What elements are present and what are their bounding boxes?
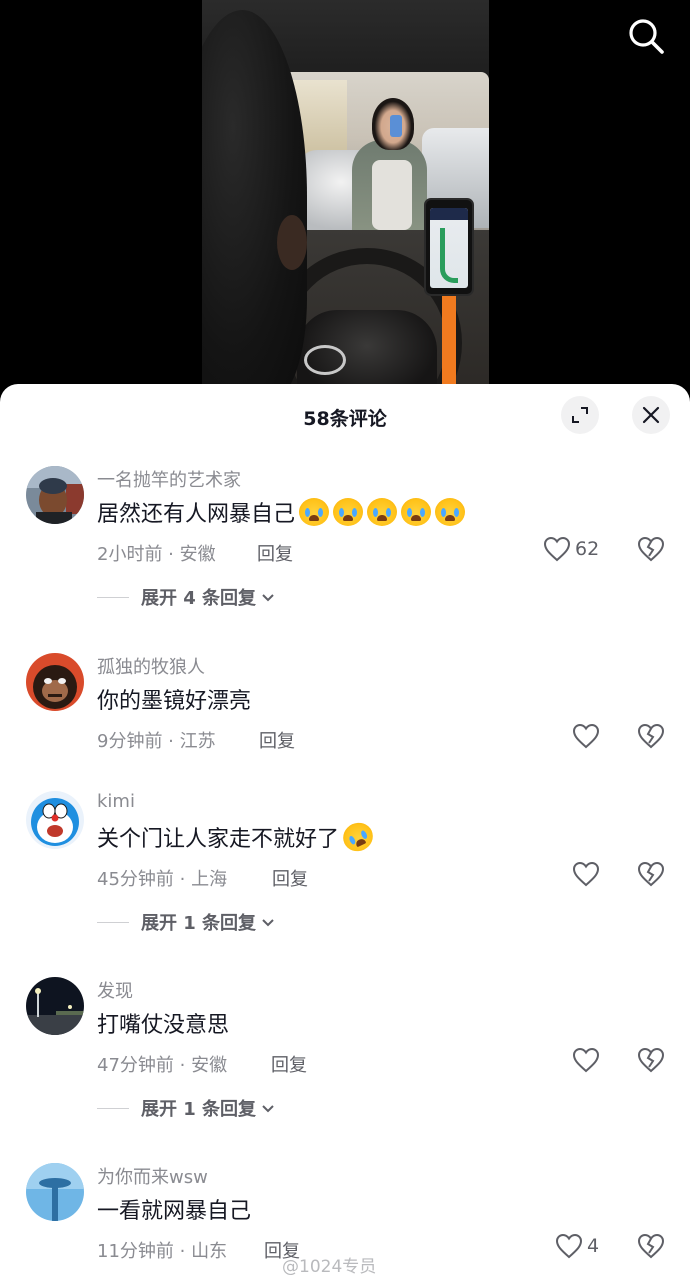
reply-button[interactable]: 回复 [259, 727, 295, 753]
reply-button[interactable]: 回复 [272, 865, 308, 891]
video-scene-nav-route [440, 228, 458, 283]
expand-replies-label: 展开 4 条回复 [141, 588, 257, 609]
like-button[interactable] [572, 723, 604, 749]
close-icon [642, 406, 660, 424]
video-scene-driver-ear [277, 215, 307, 270]
like-count: 4 [587, 1235, 600, 1257]
expand-sheet-button[interactable] [561, 396, 599, 434]
avatar-image [26, 977, 84, 1035]
video-frame[interactable] [202, 0, 489, 400]
expand-replies-button[interactable]: 展开 4 条回复 [97, 584, 276, 610]
watermark: @1024专员 [282, 1257, 377, 1277]
expand-divider [97, 921, 129, 923]
comment-text: 居然还有人网暴自己 [97, 496, 466, 528]
comment-text: 你的墨镜好漂亮 [97, 683, 251, 715]
like-count: 62 [575, 538, 600, 560]
comment-username[interactable]: 为你而来wsw [97, 1163, 208, 1189]
crying-laughing-emoji-icon [299, 498, 330, 526]
heart-icon [572, 1047, 600, 1073]
crying-laughing-emoji-icon [435, 498, 466, 526]
comment-time-location: 11分钟前 · 山东 [97, 1241, 228, 1262]
like-button[interactable]: 4 [555, 1233, 599, 1259]
dislike-button[interactable] [637, 861, 665, 889]
comment-username[interactable]: 孤独的牧狼人 [97, 653, 205, 679]
crying-laughing-emoji-icon [401, 498, 432, 526]
heart-icon [572, 861, 600, 887]
avatar[interactable] [26, 791, 84, 849]
rolling-laughing-emoji-icon [338, 817, 378, 857]
expand-divider [97, 1107, 129, 1109]
broken-heart-icon [637, 536, 665, 562]
avatar[interactable] [26, 466, 84, 524]
heart-icon [572, 723, 600, 749]
avatar[interactable] [26, 1163, 84, 1221]
video-scene-person-phone [390, 115, 402, 137]
search-icon [629, 19, 664, 54]
video-scene-driver-head [202, 10, 307, 400]
chevron-down-icon [262, 1105, 274, 1113]
comments-sheet: 58条评论 一名抛竿的艺术家 居然还有人网暴自己 2小时前 · 安徽 回复 62… [0, 384, 690, 1280]
chevron-down-icon [262, 919, 274, 927]
comment-username[interactable]: 一名抛竿的艺术家 [97, 466, 241, 492]
avatar-image [26, 1163, 84, 1221]
dislike-button[interactable] [637, 1233, 665, 1261]
expand-replies-label: 展开 1 条回复 [141, 1099, 257, 1120]
comment-text-content: 居然还有人网暴自己 [97, 502, 296, 527]
heart-icon [555, 1233, 583, 1259]
video-player[interactable] [0, 0, 690, 400]
dislike-button[interactable] [637, 723, 665, 751]
comment-username[interactable]: kimi [97, 791, 135, 812]
expand-divider [97, 596, 129, 598]
video-scene-nav-bar [430, 208, 468, 220]
broken-heart-icon [637, 1047, 665, 1073]
comment-text-content: 打嘴仗没意思 [97, 1013, 230, 1038]
crying-laughing-emoji-icon [333, 498, 364, 526]
chevron-down-icon [262, 594, 274, 602]
dislike-button[interactable] [637, 536, 665, 564]
like-button[interactable] [572, 861, 604, 887]
video-scene-person-shirt [372, 160, 412, 230]
broken-heart-icon [637, 1233, 665, 1259]
like-button[interactable] [572, 1047, 604, 1073]
avatar-image [26, 466, 84, 524]
comment-time-location: 45分钟前 · 上海 [97, 869, 228, 890]
avatar-image [26, 653, 84, 711]
comment-text-content: 一看就网暴自己 [97, 1199, 252, 1224]
avatar[interactable] [26, 977, 84, 1035]
close-sheet-button[interactable] [632, 396, 670, 434]
reply-button[interactable]: 回复 [271, 1051, 307, 1077]
expand-replies-button[interactable]: 展开 1 条回复 [97, 909, 276, 935]
comment-text: 一看就网暴自己 [97, 1193, 251, 1225]
comment-time-location: 47分钟前 · 安徽 [97, 1055, 228, 1076]
crying-laughing-emoji-icon [367, 498, 398, 526]
broken-heart-icon [637, 723, 665, 749]
video-scene-nav-screen [430, 208, 468, 288]
expand-replies-label: 展开 1 条回复 [141, 913, 257, 934]
comment-text: 关个门让人家走不就好了 [97, 817, 378, 857]
comment-time-location: 9分钟前 · 江苏 [97, 731, 216, 752]
dislike-button[interactable] [637, 1047, 665, 1075]
video-scene-nav-phone [424, 198, 474, 296]
search-button[interactable] [626, 16, 666, 56]
like-button[interactable]: 62 [543, 536, 599, 562]
expand-replies-button[interactable]: 展开 1 条回复 [97, 1095, 276, 1121]
comment-time-location: 2小时前 · 安徽 [97, 544, 216, 565]
avatar-image [26, 791, 84, 849]
avatar[interactable] [26, 653, 84, 711]
app-screen: 58条评论 一名抛竿的艺术家 居然还有人网暴自己 2小时前 · 安徽 回复 62… [0, 0, 690, 1280]
comment-text-content: 你的墨镜好漂亮 [97, 689, 252, 714]
reply-button[interactable]: 回复 [257, 540, 293, 566]
comment-username[interactable]: 发现 [97, 977, 133, 1003]
expand-icon [572, 407, 588, 423]
comment-text: 打嘴仗没意思 [97, 1007, 229, 1039]
broken-heart-icon [637, 861, 665, 887]
comment-text-content: 关个门让人家走不就好了 [97, 827, 340, 852]
heart-icon [543, 536, 571, 562]
comments-header: 58条评论 [0, 384, 690, 448]
video-scene-car-logo [304, 345, 346, 375]
